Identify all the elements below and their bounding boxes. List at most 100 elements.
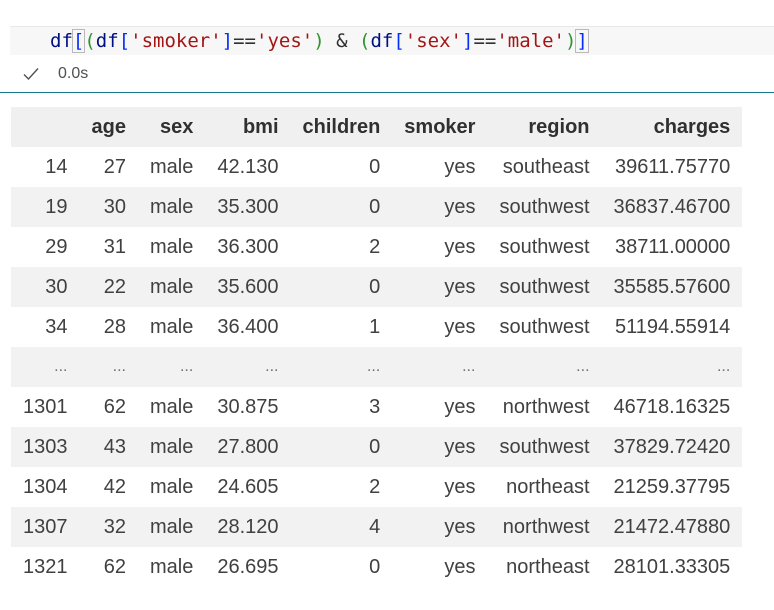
table-cell: male (149, 235, 194, 258)
table-cell: 0 (369, 195, 381, 218)
column-header: age (91, 115, 126, 138)
row-index: 1321 (23, 555, 68, 578)
code-token-paren: ) (564, 30, 577, 52)
code-editor[interactable]: df[(df['smoker']=='yes') & (df['sex']=='… (10, 26, 774, 55)
table-cell: 62 (103, 395, 126, 418)
table-cell: northeast (506, 555, 590, 578)
table-cell: yes (444, 555, 476, 578)
table-row: 1321 62 male 26.695 0 yes northeast 28101.33305 (11, 547, 743, 587)
table-cell: 32 (103, 515, 126, 538)
table-cell: ... (265, 358, 279, 375)
code-token-df: df (50, 30, 73, 52)
table-cell: male (149, 395, 194, 418)
table-cell: male (149, 475, 194, 498)
table-cell: 26.695 (217, 555, 279, 578)
code-token-string: 'sex' (404, 30, 462, 52)
table-cell: 27 (103, 155, 126, 178)
table-row: 19 30 male 35.300 0 yes southwest 36837.46700 (11, 187, 743, 227)
table-cell: 35.300 (217, 195, 279, 218)
table-row: 30 22 male 35.600 0 yes southwest 35585.57600 (11, 267, 743, 307)
column-header: children (302, 115, 381, 138)
table-cell: 0 (369, 275, 381, 298)
column-header (11, 107, 80, 147)
table-cell: male (149, 515, 194, 538)
table-row: 29 31 male 36.300 2 yes southwest 38711.00000 (11, 227, 743, 267)
table-cell: 21259.37795 (613, 475, 731, 498)
table-cell: southwest (499, 435, 590, 458)
code-token-df: df (370, 30, 394, 52)
row-index: 34 (45, 315, 68, 338)
table-cell: male (149, 315, 194, 338)
column-header: smoker (404, 115, 476, 138)
table-header-row: age sex bmi children smoker region charg… (11, 107, 743, 147)
table-cell: 39611.75770 (615, 155, 731, 178)
table-cell: 3 (369, 395, 381, 418)
table-cell: ... (179, 358, 194, 375)
table-cell: yes (444, 235, 476, 258)
table-cell: 2 (369, 475, 381, 498)
table-row: 1304 42 male 24.605 2 yes northeast 21259.37795 (11, 467, 743, 507)
table-cell: yes (444, 435, 476, 458)
table-cell: 42.130 (217, 155, 279, 178)
execution-time: 0.0s (58, 65, 89, 82)
row-index: 14 (45, 155, 68, 178)
table-cell: yes (444, 395, 476, 418)
table-cell: male (149, 555, 194, 578)
table-cell: 1 (369, 315, 381, 338)
code-token-paren: ) (313, 30, 325, 52)
table-cell: 22 (103, 275, 126, 298)
code-token-df: df (95, 30, 119, 52)
table-cell: 38711.00000 (615, 235, 731, 258)
table-cell: 51194.55914 (615, 315, 731, 338)
table-cell: 37829.72420 (613, 435, 731, 458)
code-token-bracket: [ (118, 30, 131, 52)
table-cell: ... (576, 358, 590, 375)
row-index: 19 (45, 195, 68, 218)
table-cell: ... (462, 358, 476, 375)
table-cell: ... (112, 358, 126, 375)
row-index: 1307 (23, 515, 68, 538)
code-token-paren: ( (358, 30, 371, 52)
table-cell: 27.800 (217, 435, 279, 458)
execution-status: 0.0s (22, 63, 88, 85)
code-token-operator: & (324, 30, 359, 52)
row-index: 29 (45, 235, 68, 258)
table-cell: 36.400 (217, 315, 279, 338)
code-token-bracket: ] (221, 30, 234, 52)
table-cell: southwest (499, 235, 590, 258)
table-cell: 24.605 (217, 475, 279, 498)
table-row: 34 28 male 36.400 1 yes southwest 51194.55914 (11, 307, 743, 347)
table-row: ........................ (11, 347, 743, 387)
table-cell: male (149, 435, 194, 458)
table-cell: 42 (103, 475, 126, 498)
table-cell: 35.600 (217, 275, 279, 298)
code-line[interactable]: df[(df['smoker']=='yes') & (df['sex']=='… (50, 29, 589, 53)
table-cell: yes (444, 315, 476, 338)
check-icon (22, 65, 40, 83)
row-index: 1301 (23, 395, 68, 418)
table-row: 1303 43 male 27.800 0 yes southwest 37829.72420 (11, 427, 743, 467)
code-token-string: 'yes' (256, 30, 314, 52)
row-index: 1304 (23, 475, 68, 498)
table-cell: southwest (499, 315, 590, 338)
table-cell: 0 (369, 435, 381, 458)
code-token-string: 'male' (496, 30, 565, 52)
column-header: bmi (242, 115, 279, 138)
row-index: 30 (45, 275, 68, 298)
table-cell: male (149, 275, 194, 298)
code-token-bracket: [ (393, 30, 405, 52)
table-cell: yes (444, 275, 476, 298)
table-cell: ... (366, 358, 381, 375)
code-token-paren: ( (84, 30, 96, 52)
table-cell: male (149, 195, 194, 218)
row-index: ... (54, 358, 68, 375)
table-row: 1301 62 male 30.875 3 yes northwest 46718.16325 (11, 387, 743, 427)
table-cell: 30 (103, 195, 126, 218)
table-cell: yes (444, 515, 476, 538)
table-cell: 36837.46700 (613, 195, 731, 218)
table-row: 14 27 male 42.130 0 yes southeast 39611.75770 (11, 147, 743, 187)
table-cell: northeast (506, 475, 590, 498)
dataframe-output: age sex bmi children smoker region charg… (11, 107, 743, 587)
notebook-cell[interactable]: df[(df['smoker']=='yes') & (df['sex']=='… (0, 0, 774, 93)
table-cell: southwest (499, 195, 590, 218)
